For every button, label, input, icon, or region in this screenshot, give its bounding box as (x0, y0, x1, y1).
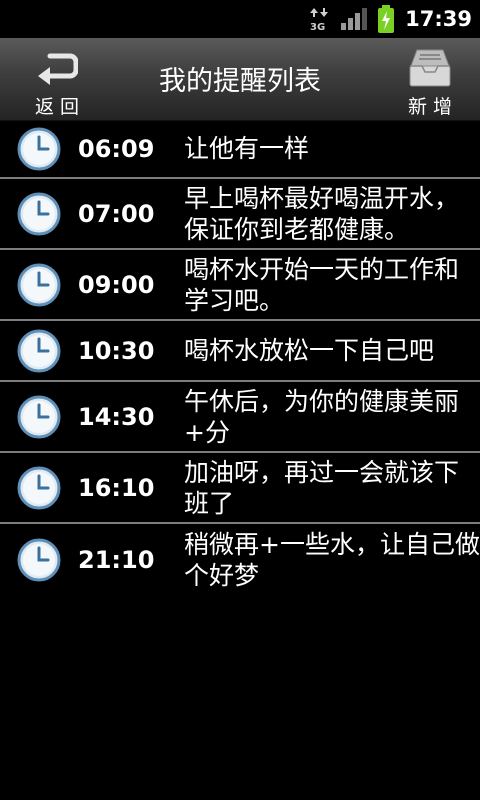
reminder-row[interactable]: 07:00 早上喝杯最好喝温开水，保证你到老都健康。 (0, 179, 480, 250)
reminder-row[interactable]: 14:30 午休后，为你的健康美丽+分 (0, 382, 480, 453)
reminder-row[interactable]: 06:09 让他有一样 (0, 120, 480, 179)
clock-icon (17, 263, 61, 306)
reminder-row[interactable]: 10:30 喝杯水放松一下自己吧 (0, 321, 480, 382)
app-toolbar: 返回 我的提醒列表 新增 (0, 38, 480, 121)
reminder-text: 喝杯水放松一下自己吧 (184, 336, 435, 365)
battery-charging-icon (378, 5, 395, 33)
reminder-time: 07:00 (78, 199, 155, 228)
clock-icon (17, 466, 61, 509)
clock-icon (17, 395, 61, 438)
reminder-text: 喝杯水开始一天的工作和学习吧。 (184, 254, 460, 315)
reminder-time: 06:09 (78, 134, 155, 163)
status-time: 17:39 (405, 7, 472, 31)
reminder-list: 06:09 让他有一样 07:00 早上喝杯最好喝温开水，保证你到老都健康。 0… (0, 120, 480, 596)
reminder-time: 09:00 (78, 270, 155, 299)
reminder-text: 午休后，为你的健康美丽+分 (184, 386, 460, 447)
reminder-row[interactable]: 09:00 喝杯水开始一天的工作和学习吧。 (0, 250, 480, 321)
status-bar: 3G 17:39 (0, 0, 480, 38)
add-label: 新增 (407, 96, 458, 118)
reminder-text: 早上喝杯最好喝温开水，保证你到老都健康。 (184, 183, 460, 244)
reminder-time: 21:10 (78, 546, 155, 574)
clock-icon (17, 329, 61, 372)
reminder-row[interactable]: 16:10 加油呀，再过一会就该下班了 (0, 453, 480, 524)
reminder-text: 让他有一样 (184, 134, 310, 163)
inbox-tray-icon (409, 49, 451, 87)
reminder-text: 稍微再+一些水，让自己做个好梦 (184, 530, 480, 590)
svg-text:3G: 3G (310, 22, 325, 31)
reminder-text: 加油呀，再过一会就该下班了 (184, 457, 460, 518)
back-button[interactable]: 返回 (22, 38, 92, 120)
signal-strength-icon (341, 8, 368, 30)
clock-icon (17, 538, 61, 582)
add-button[interactable]: 新增 (395, 38, 465, 120)
reminder-time: 16:10 (78, 473, 155, 502)
reminder-time: 10:30 (78, 336, 155, 365)
reminder-time: 14:30 (78, 402, 155, 431)
data-transfer-3g-icon: 3G (310, 8, 329, 31)
back-arrow-icon (38, 53, 78, 85)
clock-icon (17, 192, 61, 235)
clock-icon (17, 127, 61, 170)
status-icons: 3G 17:39 (309, 0, 472, 38)
back-label: 返回 (34, 96, 85, 118)
reminder-row[interactable]: 21:10 稍微再+一些水，让自己做个好梦 (0, 524, 480, 596)
